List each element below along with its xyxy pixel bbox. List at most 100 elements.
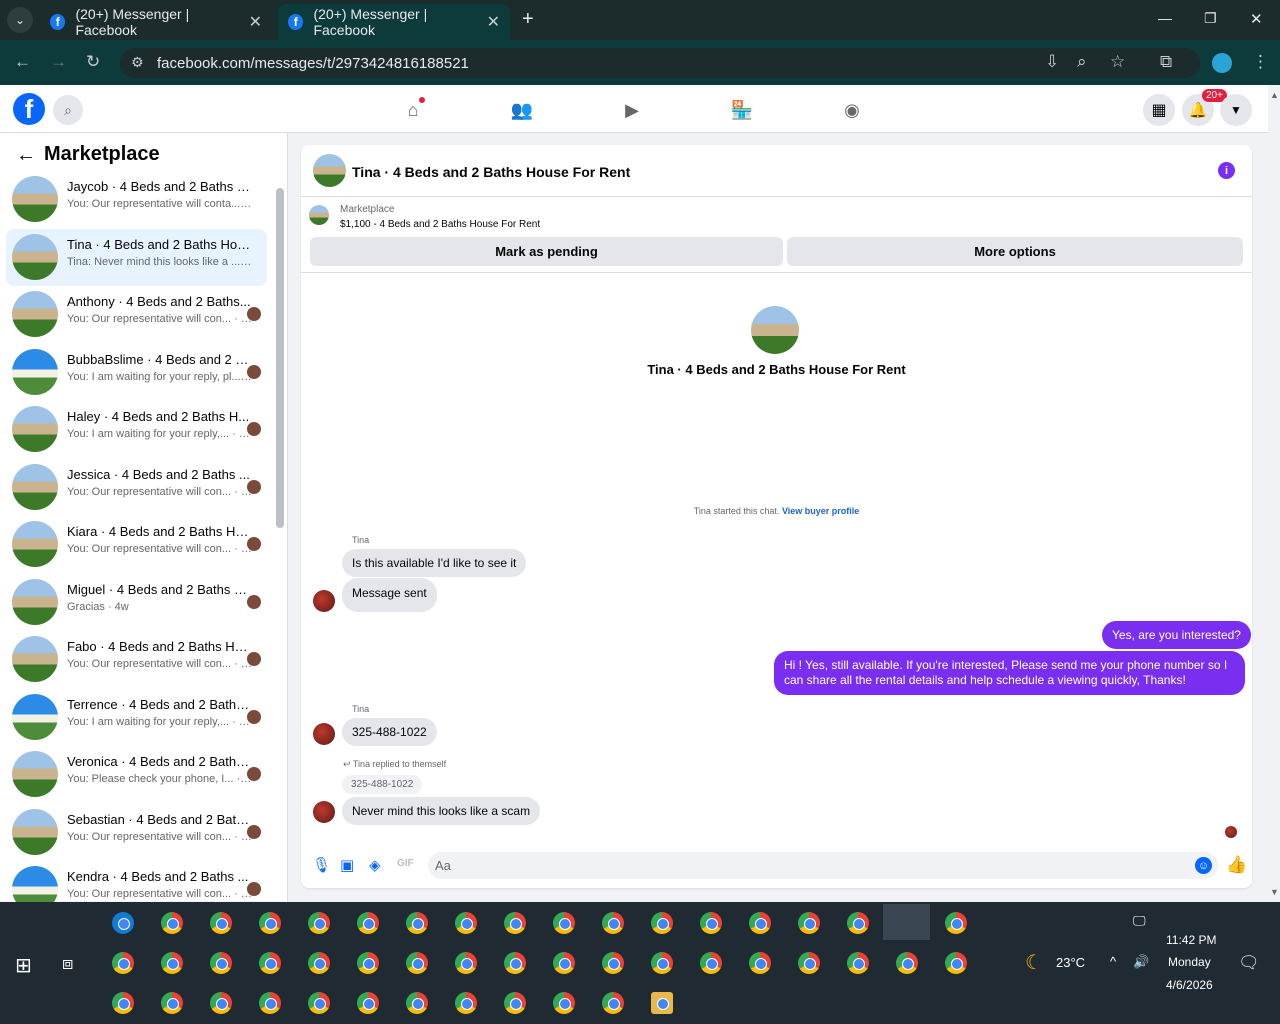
gif-icon[interactable]: GIF [397,858,414,869]
taskbar-app-icon[interactable] [406,912,428,934]
close-tab-icon[interactable]: ✕ [249,12,262,32]
taskbar-app-icon[interactable] [504,992,526,1014]
close-tab-icon[interactable]: ✕ [487,12,500,32]
intro-avatar[interactable] [745,300,805,360]
conversation-item[interactable]: Tina · 4 Beds and 2 Baths House... Tina:… [6,228,267,286]
taskbar-app-icon[interactable] [700,912,722,934]
taskbar-app-icon[interactable] [259,952,281,974]
task-view-icon[interactable]: ⧈ [62,953,73,974]
taskbar-app-icon[interactable] [651,912,673,934]
taskbar-app-icon[interactable] [112,952,134,974]
browser-tab-1[interactable]: f (20+) Messenger | Facebook ✕ [40,4,272,40]
menu-grid-icon[interactable]: ▦ [1143,94,1175,126]
listing-title[interactable]: $1,100 - 4 Beds and 2 Baths House For Re… [340,219,540,230]
message-bubble[interactable]: 325-488-1022 [342,718,437,746]
microphone-icon[interactable]: 🎙 [312,856,331,874]
browser-tab-2[interactable]: f (20+) Messenger | Facebook ✕ [278,4,510,40]
quoted-message[interactable]: 325-488-1022 [342,775,423,794]
conversation-item[interactable]: Jaycob · 4 Beds and 2 Baths Ho... You: O… [6,171,267,228]
address-bar[interactable]: facebook.com/messages/t/2973424816188521 [120,48,1200,78]
my-message-bubble[interactable]: Yes, are you interested? [1102,621,1251,649]
taskbar-app-icon[interactable] [259,912,281,934]
conversation-item[interactable]: Veronica · 4 Beds and 2 Baths... You: Pl… [6,746,267,803]
taskbar-app-icon[interactable] [259,992,281,1014]
sticker-icon[interactable]: ◈ [369,856,381,874]
taskbar-app-icon[interactable] [406,992,428,1014]
new-tab-button[interactable]: + [522,8,534,31]
weather-temp[interactable]: 23°C [1056,955,1085,970]
taskbar-app-icon[interactable] [553,912,575,934]
message-input[interactable] [428,852,1218,879]
taskbar-app-icon[interactable] [651,952,673,974]
taskbar-app-icon[interactable] [455,912,477,934]
speaker-icon[interactable]: 🔊 [1133,954,1149,970]
conversation-item[interactable]: Miguel · 4 Beds and 2 Baths Ho... Gracia… [6,574,267,631]
forward-arrow-icon[interactable]: → [50,52,67,72]
taskbar-app-icon[interactable] [308,912,330,934]
conversation-item[interactable]: Kiara · 4 Beds and 2 Baths Ho... You: Ou… [6,516,267,573]
notification-center-icon[interactable]: 🗨 [1238,953,1260,973]
sidebar-scrollbar[interactable] [276,188,284,528]
back-arrow-icon[interactable]: ← [14,52,31,72]
taskbar-app-icon[interactable] [210,912,232,934]
conversation-item[interactable]: Anthony · 4 Beds and 2 Baths... You: Our… [6,286,267,343]
taskbar-app-icon[interactable] [406,952,428,974]
listing-thumbnail[interactable] [304,202,334,232]
taskbar-app-icon[interactable] [945,912,967,934]
zoom-icon[interactable]: ⌕ [1077,52,1087,72]
taskbar-app-icon[interactable] [896,952,918,974]
info-icon[interactable]: i [1218,162,1235,179]
taskbar-app-icon[interactable] [210,992,232,1014]
taskbar-app-icon[interactable] [112,912,134,934]
taskbar-app-icon[interactable] [504,912,526,934]
clock-day[interactable]: Monday [1168,955,1211,969]
taskbar-app-icon[interactable] [210,952,232,974]
reload-icon[interactable]: ↻ [86,52,100,72]
taskbar-app-icon[interactable] [161,912,183,934]
taskbar-app-icon[interactable] [847,912,869,934]
install-app-icon[interactable]: ⇩ [1045,52,1059,72]
taskbar-app-icon[interactable] [455,952,477,974]
taskbar-app-icon[interactable] [798,952,820,974]
message-bubble[interactable]: Is this available I'd like to see it [342,549,527,577]
taskbar-app-icon[interactable] [749,912,771,934]
conversation-item[interactable]: Sebastian · 4 Beds and 2 Bath... You: Ou… [6,804,267,861]
account-chevron-down-icon[interactable]: ▼ [1220,94,1252,126]
chat-header-avatar[interactable] [306,150,356,200]
chat-header-title[interactable]: Tina · 4 Beds and 2 Baths House For Rent [352,164,630,180]
tina-avatar[interactable] [313,590,335,612]
taskbar-app-icon[interactable] [161,992,183,1014]
windows-start-icon[interactable]: ⊞ [15,953,32,978]
friends-icon[interactable]: 👥 [511,99,533,121]
groups-icon[interactable]: ◉ [841,99,863,121]
taskbar-app-icon[interactable] [602,992,624,1014]
bookmark-star-icon[interactable]: ☆ [1110,52,1125,72]
taskbar-app-icon[interactable] [553,952,575,974]
message-bubble[interactable]: Never mind this looks like a scam [342,797,541,825]
taskbar-app-icon[interactable] [357,912,379,934]
taskbar-app-icon[interactable] [651,992,673,1014]
like-thumb-icon[interactable]: 👍 [1226,855,1247,875]
taskbar-app-icon[interactable] [945,952,967,974]
clock-date[interactable]: 4/6/2026 [1166,978,1213,992]
taskbar-app-icon[interactable] [700,952,722,974]
conversation-item[interactable]: Haley · 4 Beds and 2 Baths H... You: I a… [6,401,267,458]
network-status-icon[interactable]: 🖵 [1133,913,1146,929]
taskbar-app-icon[interactable] [455,992,477,1014]
moon-weather-icon[interactable]: ☾ [1025,950,1043,975]
site-info-icon[interactable]: ⚙ [131,54,144,71]
tina-avatar[interactable] [313,801,335,823]
tab-search-icon[interactable]: ⌄ [7,7,33,33]
taskbar-app-icon[interactable] [308,952,330,974]
mark-as-pending-button[interactable]: Mark as pending [310,237,783,266]
close-window-button[interactable]: ✕ [1250,10,1263,28]
page-scroll-up-icon[interactable]: ▲ [1270,90,1279,100]
taskbar-app-icon[interactable] [308,992,330,1014]
taskbar-app-icon[interactable] [504,952,526,974]
minimize-button[interactable]: — [1158,10,1172,26]
taskbar-app-icon[interactable] [553,992,575,1014]
message-bubble[interactable]: Message sent [342,578,437,612]
video-icon[interactable]: ▶ [621,99,643,121]
profile-avatar[interactable] [1212,53,1232,73]
taskbar-app-icon[interactable] [602,952,624,974]
